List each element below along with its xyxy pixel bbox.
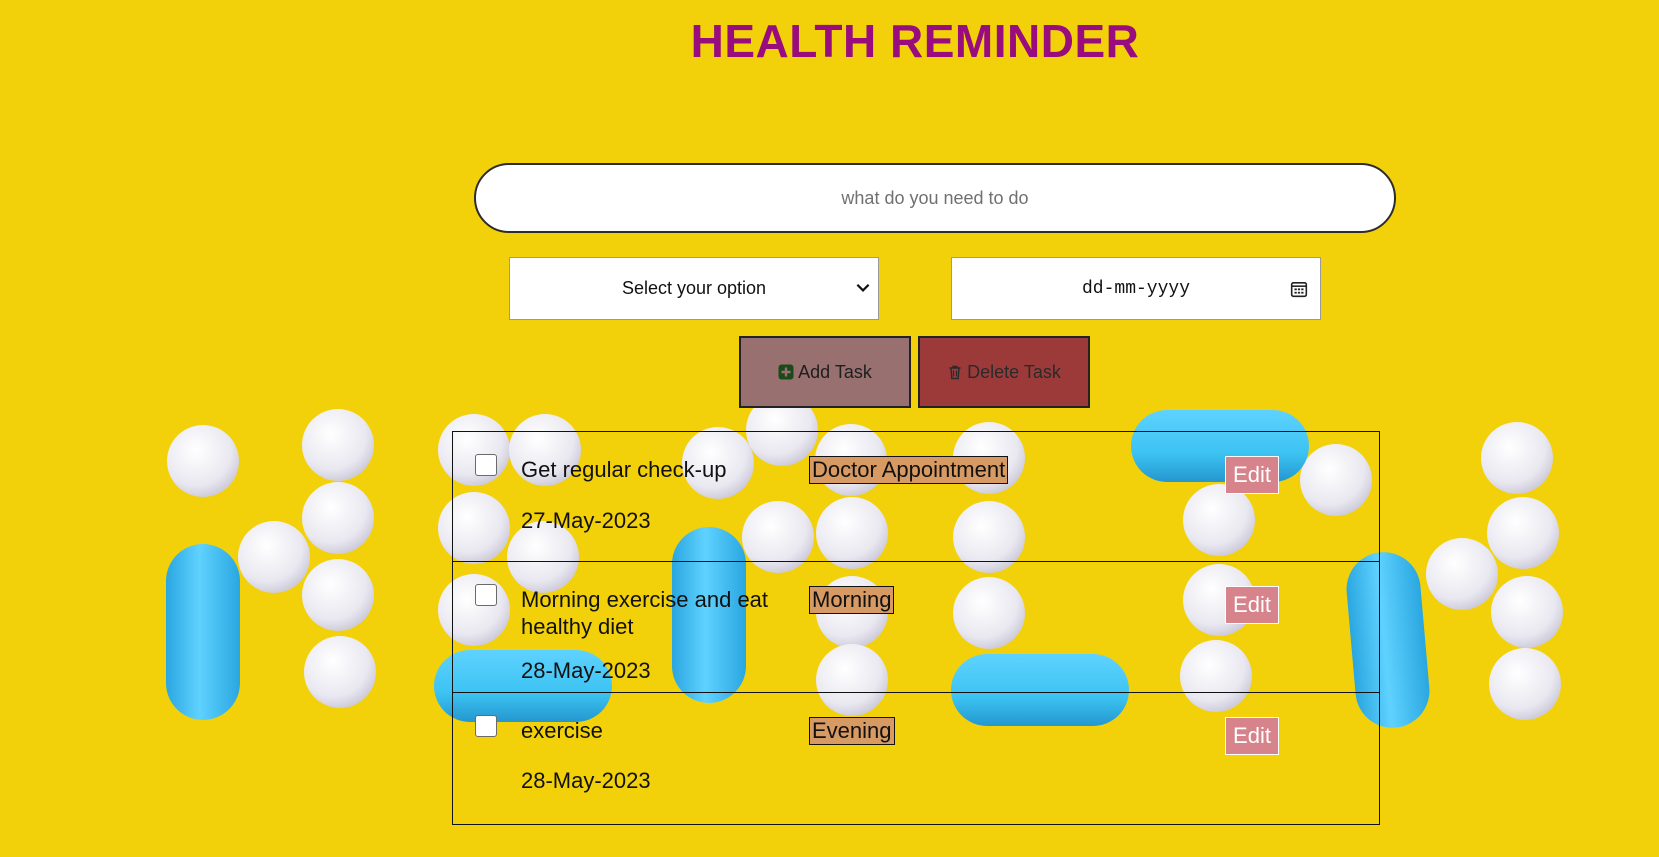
edit-button[interactable]: Edit bbox=[1225, 456, 1279, 494]
task-row: Morning exercise and eat healthy diet Mo… bbox=[452, 561, 1380, 693]
task-date: 28-May-2023 bbox=[521, 658, 651, 683]
task-checkbox[interactable] bbox=[475, 454, 497, 476]
trash-icon bbox=[949, 365, 961, 380]
task-date: 28-May-2023 bbox=[521, 768, 651, 793]
date-input-placeholder: dd-mm-yyyy bbox=[1081, 278, 1191, 299]
chevron-down-icon bbox=[856, 283, 870, 292]
plus-square-icon bbox=[778, 364, 794, 380]
add-task-button[interactable]: Add Task bbox=[739, 336, 911, 408]
task-row: Get regular check-up Doctor Appointment … bbox=[452, 431, 1380, 562]
category-select[interactable]: Select your option bbox=[509, 257, 879, 320]
task-row: exercise Evening 28-May-2023 Edit bbox=[452, 692, 1380, 825]
date-input[interactable]: dd-mm-yyyy bbox=[951, 257, 1321, 320]
task-category-badge: Evening bbox=[809, 717, 895, 745]
delete-task-button[interactable]: Delete Task bbox=[918, 336, 1090, 408]
page-title: HEALTH REMINDER bbox=[690, 15, 1140, 67]
task-text: Morning exercise and eat healthy diet bbox=[521, 587, 769, 639]
task-category-badge: Morning bbox=[809, 586, 895, 614]
edit-button[interactable]: Edit bbox=[1225, 717, 1279, 755]
task-date: 27-May-2023 bbox=[521, 508, 651, 533]
edit-button[interactable]: Edit bbox=[1225, 586, 1279, 624]
task-input[interactable] bbox=[474, 163, 1396, 233]
calendar-icon[interactable] bbox=[1290, 280, 1308, 298]
task-list: Get regular check-up Doctor Appointment … bbox=[452, 431, 1380, 825]
add-task-label: Add Task bbox=[798, 361, 872, 382]
task-checkbox[interactable] bbox=[475, 715, 497, 737]
task-checkbox[interactable] bbox=[475, 584, 497, 606]
delete-task-label: Delete Task bbox=[967, 361, 1061, 382]
task-text: exercise bbox=[521, 718, 603, 743]
category-select-value: Select your option bbox=[621, 278, 767, 298]
task-text: Get regular check-up bbox=[521, 457, 727, 482]
task-category-badge: Doctor Appointment bbox=[809, 456, 1009, 484]
